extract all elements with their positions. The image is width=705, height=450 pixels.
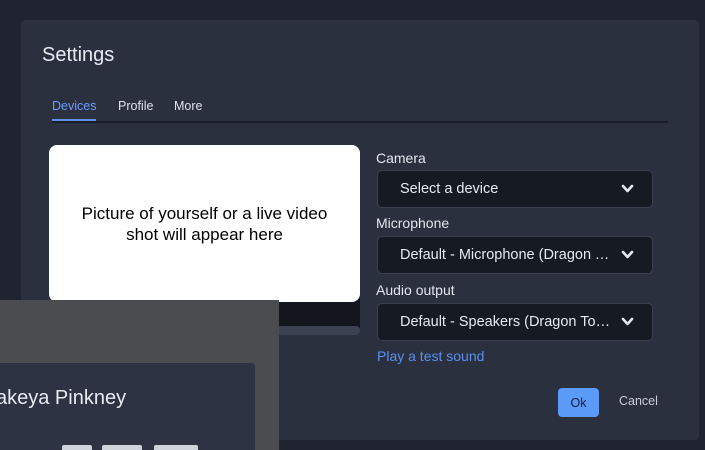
tab-more[interactable]: More [174, 99, 202, 113]
microphone-label: Microphone [376, 215, 450, 231]
ok-button[interactable]: Ok [558, 388, 599, 417]
tab-profile[interactable]: Profile [118, 99, 153, 113]
preview-placeholder-text: Picture of yourself or a live video shot… [81, 203, 328, 244]
microphone-select-value: Default - Microphone (Dragon Touch) [400, 247, 612, 263]
cancel-button[interactable]: Cancel [619, 394, 658, 408]
tab-bar: Devices Profile More [52, 99, 668, 123]
clipped-text-row [62, 443, 202, 450]
play-test-sound-link[interactable]: Play a test sound [377, 348, 484, 364]
camera-select[interactable]: Select a device [377, 170, 653, 208]
chevron-down-icon [621, 184, 634, 193]
tab-devices[interactable]: Devices [52, 99, 97, 121]
camera-label: Camera [376, 150, 426, 166]
audio-output-select[interactable]: Default - Speakers (Dragon Touch) [377, 303, 653, 341]
participant-name: akeya Pinkney [0, 387, 127, 409]
chevron-down-icon [621, 250, 634, 259]
audio-output-select-value: Default - Speakers (Dragon Touch) [400, 314, 612, 330]
microphone-select[interactable]: Default - Microphone (Dragon Touch) [377, 236, 653, 274]
video-preview-placeholder: Picture of yourself or a live video shot… [49, 145, 360, 302]
audio-output-label: Audio output [376, 282, 455, 298]
camera-select-value: Select a device [400, 181, 499, 197]
participant-card: akeya Pinkney [0, 363, 255, 450]
chevron-down-icon [621, 317, 634, 326]
overlapping-window: akeya Pinkney [0, 300, 279, 450]
dialog-title: Settings [42, 44, 115, 66]
